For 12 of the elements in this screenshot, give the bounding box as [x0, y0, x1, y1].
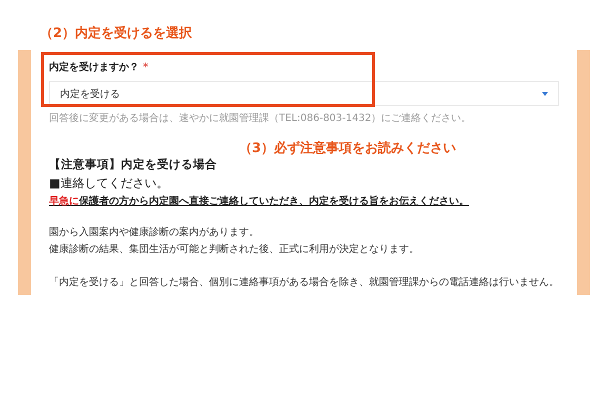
- dropdown-caret-icon: [542, 92, 548, 96]
- select-field[interactable]: 内定を受ける: [49, 81, 559, 106]
- hint-text: 回答後に変更がある場合は、速やかに就園管理課（TEL:086-803-1432）にご連絡ください。: [49, 112, 472, 125]
- notice-text: 健康診断の結果、集団生活が可能と判断された後、正式に利用が決定となります。: [49, 242, 420, 257]
- question-label: 内定を受けますか？ *: [49, 60, 150, 74]
- notice-text: 園から入園案内や健康診断の案内があります。: [49, 226, 260, 240]
- annotation-text: （3）必ず注意事項をお読みください: [239, 140, 458, 157]
- annotation-text: （2）内定を受けるを選択: [40, 24, 194, 43]
- notice-subheading: ■連絡してください。: [49, 175, 170, 192]
- notice-instruction: 早急に保護者の方から内定園へ直接ご連絡していただき、内定を受ける旨をお伝えください。: [49, 194, 470, 208]
- notice-text: 「内定を受ける」と回答した場合、個別に連絡事項がある場合を除き、就園管理課からの電話連絡は行いません。: [49, 276, 559, 290]
- notice-heading: 【注意事項】内定を受ける場合: [49, 157, 218, 172]
